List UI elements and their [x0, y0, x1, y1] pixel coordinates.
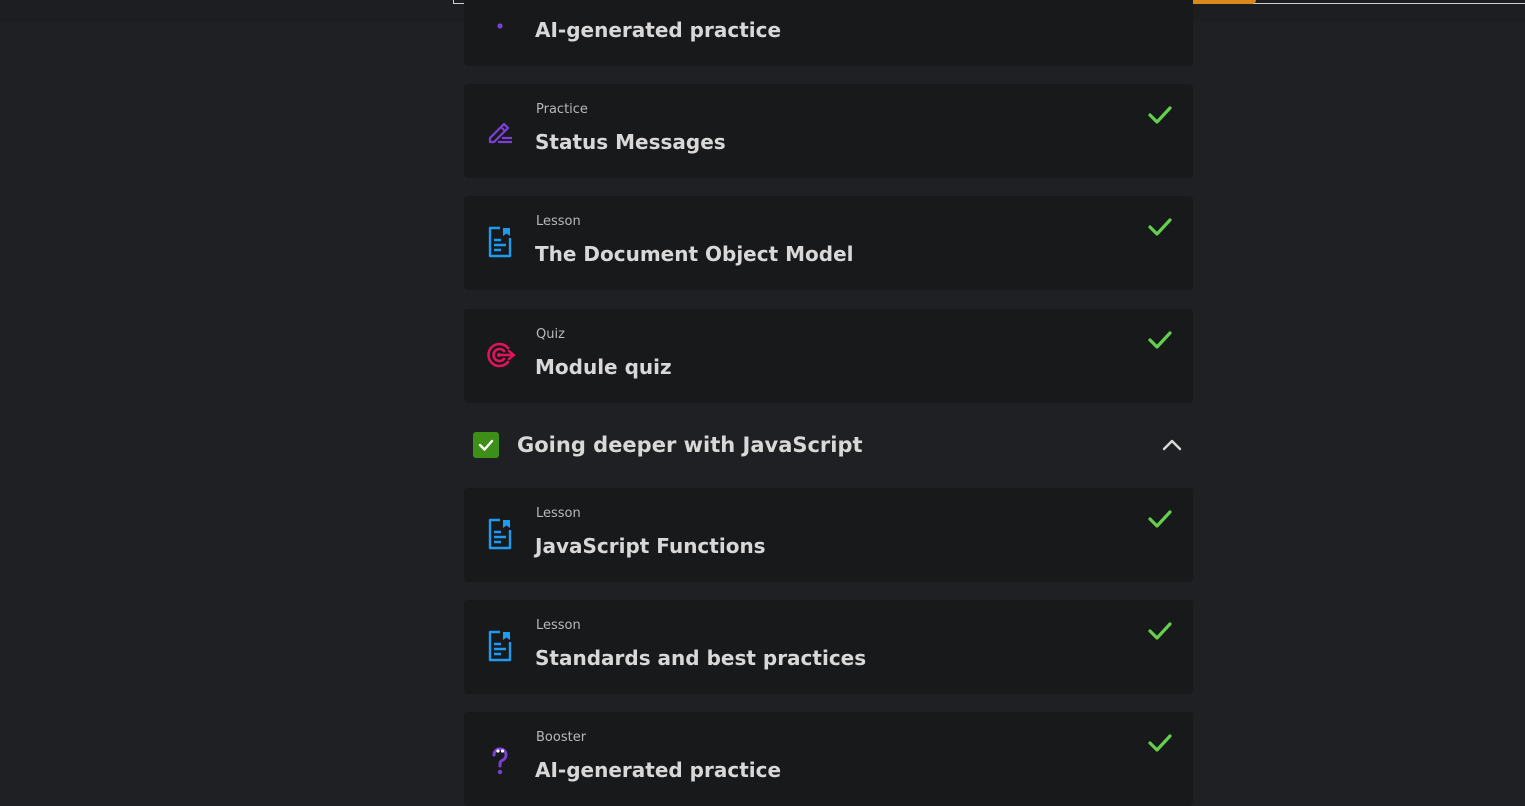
list-item-title: Module quiz [535, 355, 672, 379]
list-item-type: Lesson [536, 618, 581, 633]
section-completed-checkbox [473, 432, 499, 458]
document-icon [488, 630, 512, 662]
document-icon [488, 226, 512, 258]
list-item-ai-practice-top[interactable]: AI-generated practice [464, 0, 1193, 66]
list-item-document-object-model[interactable]: Lesson The Document Object Model [464, 196, 1193, 290]
check-icon [1148, 106, 1172, 124]
list-item-module-quiz[interactable]: Quiz Module quiz [464, 309, 1193, 403]
pencil-icon [488, 122, 512, 144]
list-item-title: AI-generated practice [535, 758, 782, 782]
check-icon [1148, 331, 1172, 349]
list-item-status-messages[interactable]: Practice Status Messages [464, 84, 1193, 178]
checkbox-check-icon [478, 439, 494, 451]
list-item-standards-best-practices[interactable]: Lesson Standards and best practices [464, 600, 1193, 694]
list-item-title: The Document Object Model [535, 242, 854, 266]
question-mark-icon [492, 747, 508, 775]
document-icon [488, 518, 512, 550]
list-item-title: AI-generated practice [535, 18, 782, 42]
list-item-ai-generated-practice[interactable]: Booster AI-generated practice [464, 712, 1193, 806]
list-item-type: Booster [536, 730, 587, 745]
list-item-title: Standards and best practices [535, 646, 867, 670]
target-icon [487, 342, 516, 368]
question-mark-icon [497, 23, 503, 29]
section-header-going-deeper[interactable]: Going deeper with JavaScript [464, 418, 1193, 470]
list-item-javascript-functions[interactable]: Lesson JavaScript Functions [464, 488, 1193, 582]
check-icon [1148, 734, 1172, 752]
list-item-title: Status Messages [535, 130, 726, 154]
list-item-type: Lesson [536, 506, 581, 521]
check-icon [1148, 622, 1172, 640]
check-icon [1148, 510, 1172, 528]
section-title: Going deeper with JavaScript [517, 433, 863, 457]
list-item-title: JavaScript Functions [535, 534, 766, 558]
chevron-up-icon[interactable] [1161, 434, 1183, 456]
check-icon [1148, 218, 1172, 236]
list-item-type: Quiz [536, 327, 565, 342]
list-item-type: Lesson [536, 214, 581, 229]
list-item-type: Practice [536, 102, 588, 117]
